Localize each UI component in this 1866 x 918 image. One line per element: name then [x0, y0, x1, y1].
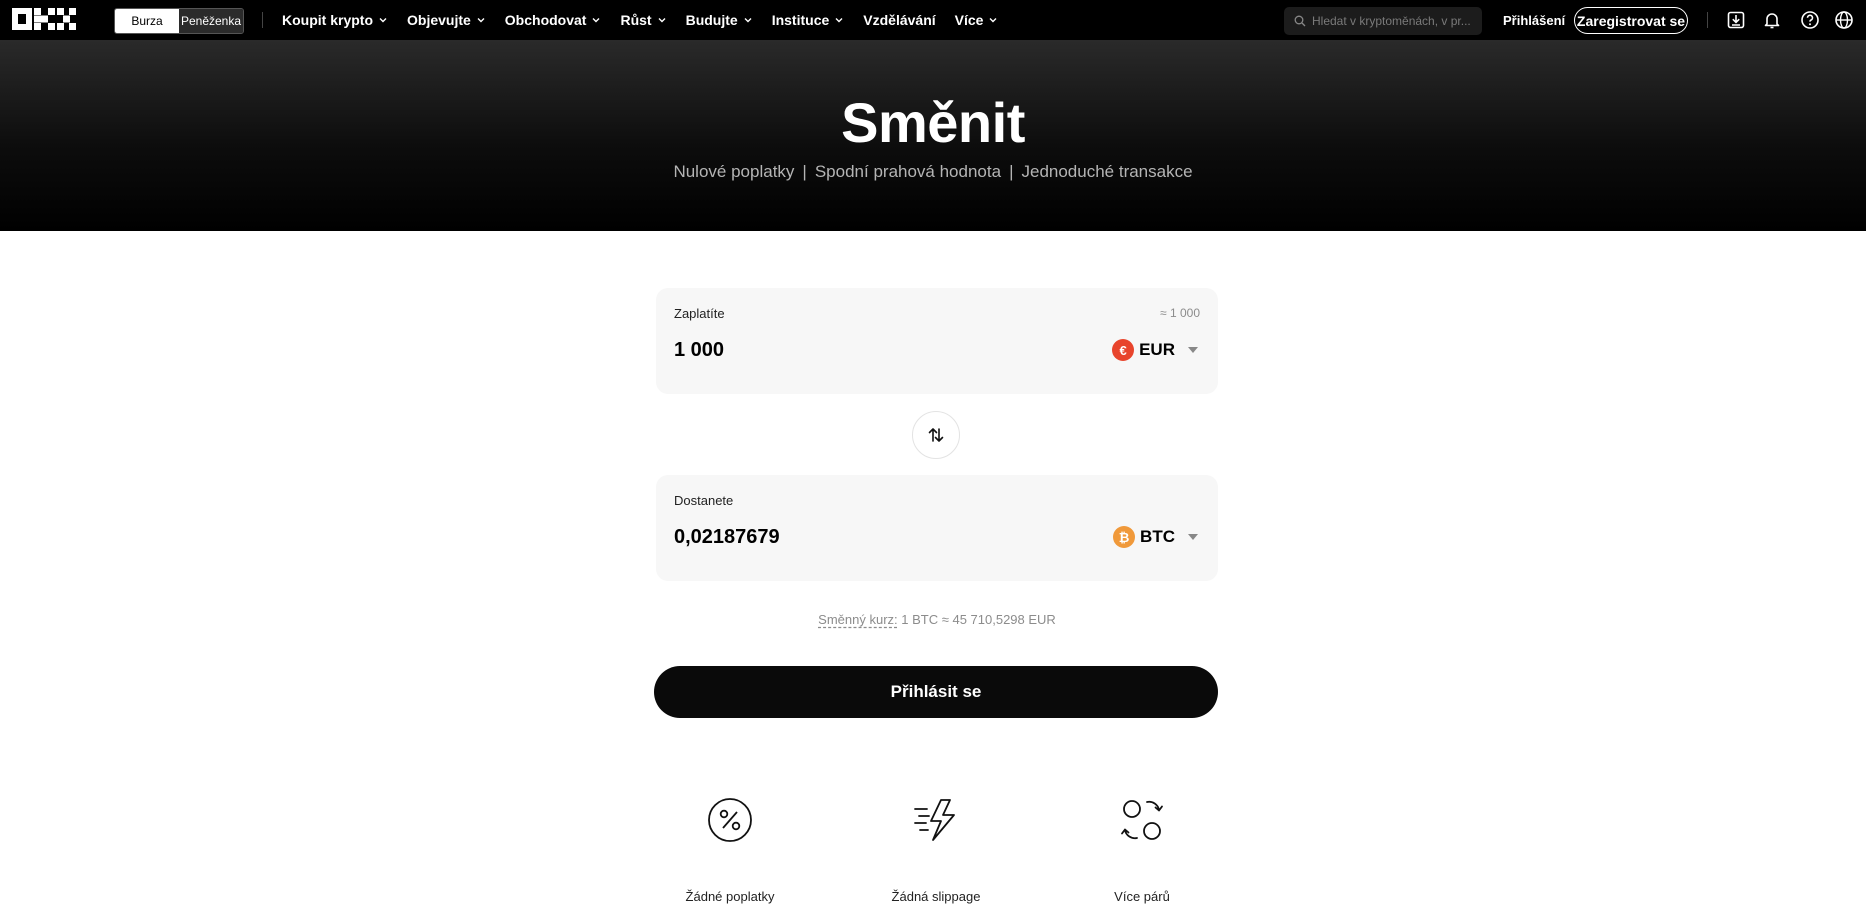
menu-label: Objevujte — [407, 12, 471, 28]
feature-no-slippage: Žádná slippage — [836, 795, 1036, 904]
mode-wallet-tab[interactable]: Peněženka — [179, 9, 243, 33]
receive-card: Dostanete ₿ BTC — [656, 475, 1218, 581]
pay-currency-select[interactable]: € EUR — [1112, 339, 1198, 361]
exchange-rate-value: 1 BTC ≈ 45 710,5298 EUR — [901, 612, 1056, 627]
hero-separator: | — [1009, 162, 1014, 181]
pay-amount-input[interactable] — [674, 339, 974, 362]
search-input[interactable] — [1312, 14, 1477, 28]
chevron-down-icon — [835, 18, 843, 23]
globe-icon[interactable] — [1834, 10, 1854, 30]
menu-label: Růst — [620, 12, 652, 28]
menu-label: Koupit krypto — [282, 12, 373, 28]
feature-label: Více párů — [1114, 889, 1170, 904]
menu-label: Více — [954, 12, 984, 28]
caret-down-icon — [1188, 534, 1198, 540]
hero-separator: | — [802, 162, 807, 181]
feature-label: Žádná slippage — [891, 889, 981, 904]
receive-label: Dostanete — [674, 493, 734, 508]
pay-card: Zaplatíte ≈ 1 000 € EUR — [656, 288, 1218, 394]
pay-currency-code: EUR — [1139, 340, 1175, 359]
menu-label: Instituce — [771, 12, 830, 28]
exchange-rate-label[interactable]: Směnný kurz: — [818, 612, 897, 627]
menu-institutions[interactable]: Instituce — [772, 12, 845, 28]
search-box[interactable] — [1284, 7, 1482, 35]
download-icon[interactable] — [1726, 10, 1746, 30]
hero-banner: Směnit Nulové poplatky | Spodní prahová ho… — [0, 40, 1866, 231]
menu-more[interactable]: Více — [955, 12, 999, 28]
nav-divider — [1707, 12, 1708, 28]
menu-label: Obchodovat — [504, 12, 587, 28]
menu-discover[interactable]: Objevujte — [407, 12, 486, 28]
exchange-rate: Směnný kurz: 1 BTC ≈ 45 710,5298 EUR — [656, 612, 1218, 627]
chevron-down-icon — [744, 18, 752, 23]
search-icon — [1294, 15, 1306, 27]
hero-feature: Nulové poplatky — [673, 162, 795, 181]
top-navigation: Burza Peněženka Koupit krypto Objevujte … — [0, 0, 1866, 40]
percent-icon — [708, 798, 752, 842]
eur-coin-icon: € — [1112, 339, 1135, 361]
menu-learn[interactable]: Vzdělávání — [863, 12, 935, 28]
chevron-down-icon — [592, 18, 600, 23]
menu-build[interactable]: Budujte — [686, 12, 753, 28]
hero-feature: Jednoduché transakce — [1021, 162, 1193, 181]
menu-label: Budujte — [685, 12, 738, 28]
nav-divider — [262, 12, 263, 28]
feature-no-fees: Žádné poplatky — [630, 795, 830, 904]
pay-label: Zaplatíte — [674, 306, 725, 321]
hero-feature: Spodní prahová hodnota — [814, 162, 1002, 181]
menu-label: Vzdělávání — [863, 12, 936, 28]
feature-more-pairs: Více párů — [1042, 795, 1242, 904]
main-menu: Koupit krypto Objevujte Obchodovat Růst … — [282, 0, 1017, 40]
help-icon[interactable] — [1800, 10, 1820, 30]
bell-icon[interactable] — [1762, 10, 1782, 30]
pay-approx-value: ≈ 1 000 — [1160, 306, 1200, 320]
caret-down-icon — [1188, 347, 1198, 353]
feature-label: Žádné poplatky — [685, 889, 775, 904]
swap-button[interactable] — [912, 411, 960, 459]
btc-coin-icon: ₿ — [1113, 526, 1136, 548]
menu-grow[interactable]: Růst — [620, 12, 666, 28]
swap-arrows-icon — [928, 428, 944, 442]
chevron-down-icon — [989, 18, 997, 23]
mode-exchange-tab[interactable]: Burza — [115, 9, 179, 33]
mode-switch: Burza Peněženka — [114, 8, 244, 34]
pairs-icon — [1121, 800, 1163, 840]
menu-buy-crypto[interactable]: Koupit krypto — [282, 12, 388, 28]
receive-currency-code: BTC — [1140, 527, 1175, 546]
chevron-down-icon — [477, 18, 485, 23]
chevron-down-icon — [379, 18, 387, 23]
signup-button[interactable]: Zaregistrovat se — [1574, 7, 1688, 34]
lightning-icon — [914, 799, 955, 841]
login-submit-button[interactable]: Přihlásit se — [654, 666, 1218, 718]
hero-subtitle: Nulové poplatky | Spodní prahová hodnota | J… — [0, 162, 1866, 182]
receive-currency-select[interactable]: ₿ BTC — [1113, 526, 1198, 548]
login-link[interactable]: Přihlášení — [1503, 13, 1565, 28]
menu-trade[interactable]: Obchodovat — [505, 12, 602, 28]
receive-amount-input[interactable] — [674, 526, 974, 549]
page-title: Směnit — [841, 91, 1025, 154]
chevron-down-icon — [658, 18, 666, 23]
okx-logo[interactable] — [12, 8, 76, 30]
